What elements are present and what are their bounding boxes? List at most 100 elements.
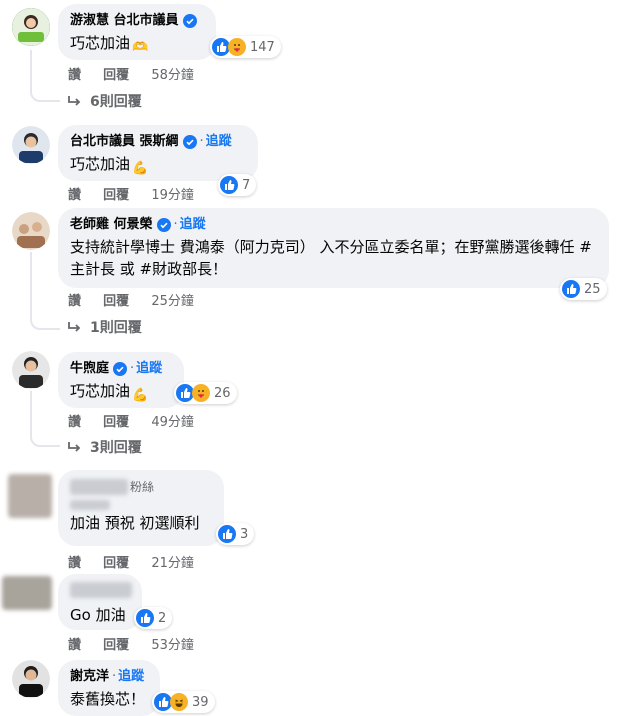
reply-button[interactable]: 回覆: [103, 294, 129, 309]
verified-badge-icon: [113, 362, 128, 376]
avatar[interactable]: [12, 660, 50, 698]
reaction-count: 26: [214, 385, 231, 401]
comment-bubble: 粉絲 加油 預祝 初選順利: [58, 470, 224, 546]
comment-actions: 讚 回覆 21分鐘: [68, 552, 212, 571]
author-name-text[interactable]: 台北市議員 張斯綱: [70, 133, 179, 151]
comment-text: 加油 預祝 初選順利: [70, 514, 200, 532]
comment-text: 巧芯加油 💪: [70, 153, 246, 180]
like-button[interactable]: 讚: [68, 294, 81, 309]
follow-button[interactable]: 追蹤: [136, 360, 162, 378]
reaction-count: 2: [158, 610, 167, 626]
timestamp[interactable]: 49分鐘: [151, 415, 194, 430]
reaction-summary[interactable]: 7: [218, 174, 257, 196]
comment-actions: 讚 回覆 49分鐘: [68, 411, 212, 430]
blurred-name: [70, 479, 128, 495]
view-replies-button[interactable]: 1則回覆: [66, 317, 142, 337]
avatar[interactable]: [12, 212, 50, 250]
reaction-summary[interactable]: 2: [134, 607, 173, 629]
author-name[interactable]: 粉絲: [70, 478, 212, 496]
reply-button[interactable]: 回覆: [103, 68, 129, 83]
reaction-summary[interactable]: 26: [174, 382, 237, 404]
like-button[interactable]: 讚: [68, 68, 81, 83]
author-name-text[interactable]: 牛煦庭: [70, 360, 109, 378]
separator-dot: ·: [130, 361, 135, 376]
reply-button[interactable]: 回覆: [103, 188, 129, 203]
comment-text: 巧芯加油 💪: [70, 380, 172, 407]
like-button[interactable]: 讚: [68, 638, 81, 653]
reaction-count: 25: [584, 281, 601, 297]
view-replies-button[interactable]: 3則回覆: [66, 437, 142, 457]
separator-dot: ·: [199, 134, 204, 149]
flexed-biceps-emoji-icon: 💪: [132, 161, 149, 176]
follow-button[interactable]: 追蹤: [206, 133, 232, 151]
comment-item: 台北市議員 張斯綱 · 追蹤 巧芯加油 💪 7 讚 回覆 19分鐘: [0, 118, 617, 208]
blurred-name: [70, 582, 132, 598]
comment-actions: 讚 回覆 58分鐘: [68, 64, 212, 83]
reply-button[interactable]: 回覆: [103, 638, 129, 653]
author-name[interactable]: 游淑慧 台北市議員: [70, 12, 204, 30]
reply-arrow-icon: [68, 96, 81, 106]
timestamp[interactable]: 53分鐘: [151, 638, 194, 653]
author-name-text[interactable]: 老師雞 何景榮: [70, 216, 153, 234]
timestamp[interactable]: 19分鐘: [151, 188, 194, 203]
comment-item: 牛煦庭 · 追蹤 巧芯加油 💪 26 讚 回覆 49分鐘 3則回覆: [0, 345, 617, 460]
reply-button[interactable]: 回覆: [103, 556, 129, 571]
comment-item: 老師雞 何景榮 · 追蹤 支持統計學博士 費鴻泰（阿力克司） 入不分區立委名單；…: [0, 206, 617, 341]
separator-dot: ·: [173, 217, 178, 232]
like-button[interactable]: 讚: [68, 415, 81, 430]
avatar[interactable]: [2, 576, 52, 610]
reply-arrow-icon: [68, 322, 81, 332]
avatar[interactable]: [12, 351, 50, 389]
blurred-line: [70, 500, 110, 510]
like-icon: [218, 525, 236, 543]
author-name-text[interactable]: 謝克洋: [70, 668, 109, 686]
care-icon: [192, 384, 210, 402]
author-name-text[interactable]: 游淑慧 台北市議員: [70, 12, 179, 30]
reaction-summary[interactable]: 147: [210, 36, 281, 58]
reaction-summary[interactable]: 39: [152, 691, 215, 713]
fan-badge: 粉絲: [130, 480, 155, 494]
reaction-summary[interactable]: 3: [216, 523, 255, 545]
comment-bubble: 台北市議員 張斯綱 · 追蹤 巧芯加油 💪: [58, 125, 258, 181]
avatar[interactable]: [12, 8, 50, 46]
reaction-summary[interactable]: 25: [560, 278, 607, 300]
haha-icon: [170, 693, 188, 711]
timestamp[interactable]: 25分鐘: [151, 294, 194, 309]
view-replies-button[interactable]: 6則回覆: [66, 91, 142, 111]
author-name[interactable]: 老師雞 何景榮 · 追蹤: [70, 216, 597, 234]
like-button[interactable]: 讚: [68, 556, 81, 571]
comment-bubble: 老師雞 何景榮 · 追蹤 支持統計學博士 費鴻泰（阿力克司） 入不分區立委名單；…: [58, 208, 609, 288]
like-icon: [562, 280, 580, 298]
like-icon: [136, 609, 154, 627]
author-name[interactable]: 謝克洋 · 追蹤: [70, 668, 148, 686]
comment-bubble: 謝克洋 · 追蹤 泰舊換芯！: [58, 660, 160, 716]
author-name[interactable]: 牛煦庭 · 追蹤: [70, 360, 172, 378]
reply-arrow-icon: [68, 442, 81, 452]
follow-button[interactable]: 追蹤: [180, 216, 206, 234]
reply-button[interactable]: 回覆: [103, 415, 129, 430]
comment-bubble: Go 加油: [58, 574, 142, 630]
comment-item: 粉絲 加油 預祝 初選順利 3 讚 回覆 21分鐘: [0, 466, 617, 572]
separator-dot: ·: [112, 669, 117, 684]
comment-bubble: 牛煦庭 · 追蹤 巧芯加油 💪: [58, 352, 184, 408]
comment-actions: 讚 回覆 19分鐘: [68, 184, 212, 203]
like-icon: [220, 176, 238, 194]
comment-item: 謝克洋 · 追蹤 泰舊換芯！ 39: [0, 654, 617, 716]
author-name[interactable]: 台北市議員 張斯綱 · 追蹤: [70, 133, 246, 151]
comment-actions: 讚 回覆 53分鐘: [68, 634, 212, 653]
like-button[interactable]: 讚: [68, 188, 81, 203]
care-icon: [228, 38, 246, 56]
comment-text: 巧芯加油 🫶: [70, 32, 204, 59]
verified-badge-icon: [156, 218, 171, 232]
timestamp[interactable]: 58分鐘: [151, 68, 194, 83]
heart-hands-emoji-icon: 🫶: [132, 40, 149, 55]
avatar[interactable]: [12, 126, 50, 164]
comment-text: 支持統計學博士 費鴻泰（阿力克司） 入不分區立委名單；在野黨勝選後轉任 #主計長…: [70, 238, 592, 278]
reaction-count: 39: [192, 694, 209, 710]
avatar[interactable]: [8, 474, 52, 518]
verified-badge-icon: [182, 135, 197, 149]
timestamp[interactable]: 21分鐘: [151, 556, 194, 571]
flexed-biceps-emoji-icon: 💪: [132, 388, 149, 403]
comment-bubble: 游淑慧 台北市議員 巧芯加油 🫶: [58, 4, 216, 60]
follow-button[interactable]: 追蹤: [118, 668, 144, 686]
